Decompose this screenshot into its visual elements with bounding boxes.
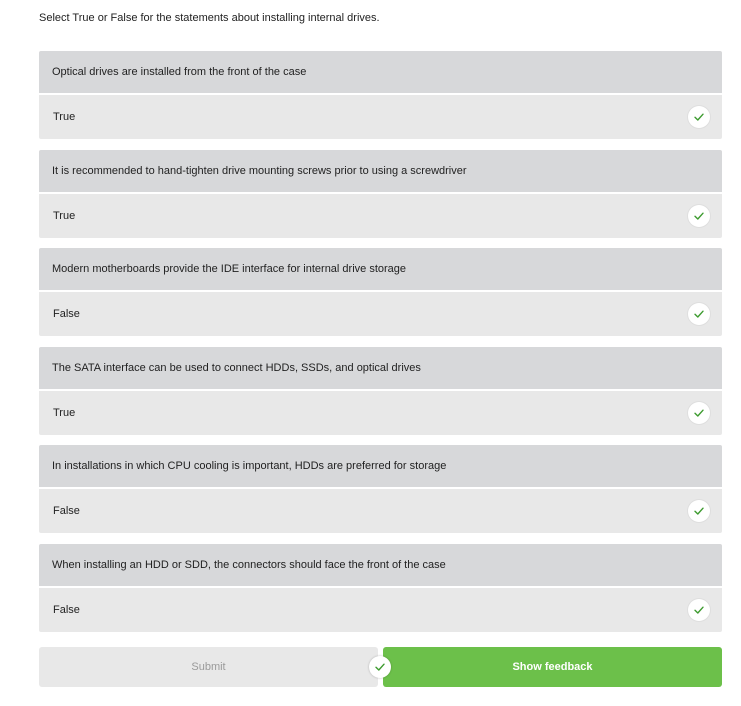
question-statement: Modern motherboards provide the IDE inte… bbox=[39, 248, 722, 290]
answer-selector[interactable]: True bbox=[39, 390, 722, 435]
check-icon bbox=[688, 401, 710, 424]
answer-selector[interactable]: False bbox=[39, 489, 722, 533]
question-statement: When installing an HDD or SDD, the conne… bbox=[39, 543, 722, 586]
question-item: It is recommended to hand-tighten drive … bbox=[39, 149, 722, 238]
answer-selector[interactable]: False bbox=[39, 292, 722, 336]
answer-selector[interactable]: True bbox=[39, 193, 722, 238]
selected-answer: True bbox=[53, 406, 76, 419]
question-statement: The SATA interface can be used to connec… bbox=[39, 346, 722, 389]
submit-button[interactable]: Submit bbox=[39, 647, 378, 687]
question-item: When installing an HDD or SDD, the conne… bbox=[39, 543, 722, 632]
question-statement: In installations in which CPU cooling is… bbox=[39, 445, 722, 487]
question-list: Optical drives are installed from the fr… bbox=[39, 51, 722, 642]
question-statement: Optical drives are installed from the fr… bbox=[39, 51, 722, 93]
quiz-page: Select True or False for the statements … bbox=[0, 0, 741, 706]
question-item: The SATA interface can be used to connec… bbox=[39, 346, 722, 435]
selected-answer: False bbox=[53, 308, 80, 320]
instructions-text: Select True or False for the statements … bbox=[39, 12, 380, 24]
selected-answer: True bbox=[53, 209, 76, 222]
answer-selector[interactable]: False bbox=[39, 587, 722, 632]
selected-answer: False bbox=[53, 603, 80, 616]
answer-selector[interactable]: True bbox=[39, 95, 722, 139]
check-icon bbox=[688, 303, 710, 325]
selected-answer: True bbox=[53, 111, 76, 123]
question-item: Modern motherboards provide the IDE inte… bbox=[39, 248, 722, 336]
check-icon bbox=[688, 598, 710, 621]
show-feedback-button[interactable]: Show feedback bbox=[383, 647, 722, 687]
check-icon bbox=[688, 204, 710, 227]
question-statement: It is recommended to hand-tighten drive … bbox=[39, 149, 722, 192]
check-icon bbox=[688, 500, 710, 522]
check-icon bbox=[688, 106, 710, 128]
question-item: In installations in which CPU cooling is… bbox=[39, 445, 722, 533]
footer-actions: Submit Show feedback bbox=[39, 647, 722, 687]
selected-answer: False bbox=[53, 505, 80, 517]
question-item: Optical drives are installed from the fr… bbox=[39, 51, 722, 139]
check-icon bbox=[369, 656, 391, 678]
